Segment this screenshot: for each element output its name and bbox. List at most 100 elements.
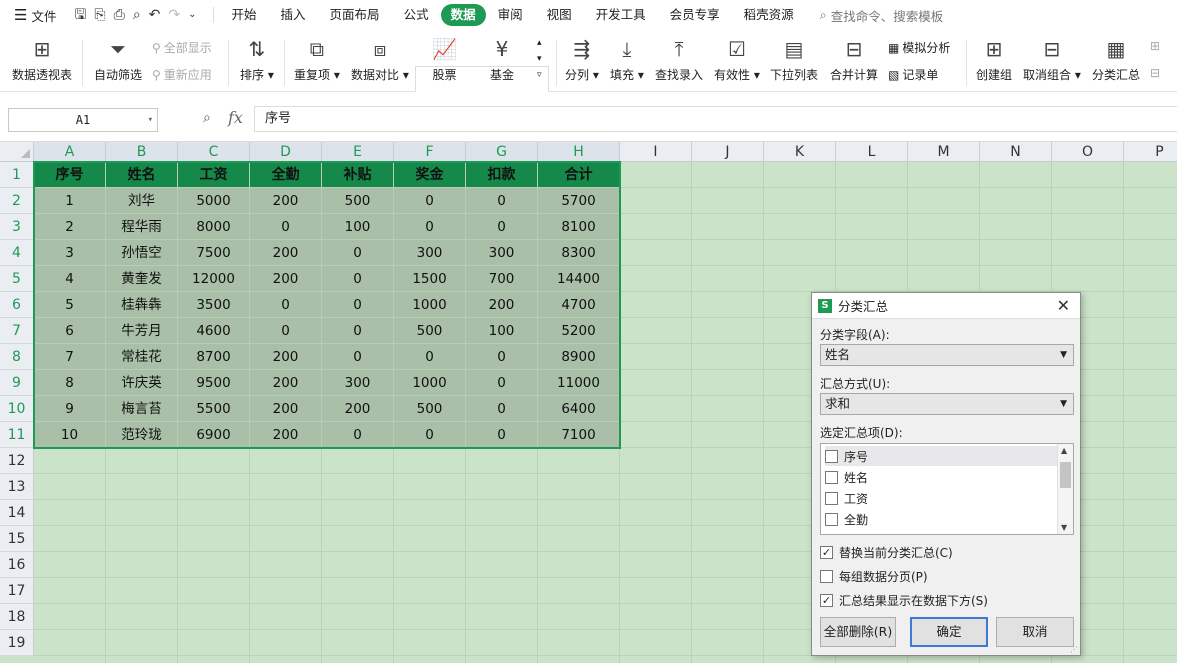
create-group-button[interactable]: ⊞ 创建组 bbox=[976, 36, 1012, 83]
method-select[interactable]: 求和 ▼ bbox=[820, 393, 1074, 415]
stock-button[interactable]: 📈 股票 bbox=[432, 36, 457, 83]
column-header-G[interactable]: G bbox=[466, 142, 538, 162]
row-header-14[interactable]: 14 bbox=[0, 500, 34, 526]
gallery-scroll[interactable]: ▴ ▾ ▿ bbox=[537, 38, 542, 80]
ungroup-button[interactable]: ⊟ 取消组合 ▾ bbox=[1023, 36, 1081, 83]
column-header-K[interactable]: K bbox=[764, 142, 836, 162]
page-break-checkbox[interactable]: 每组数据分页(P) bbox=[820, 568, 928, 585]
tab-4[interactable]: 数据 bbox=[440, 4, 486, 26]
column-header-J[interactable]: J bbox=[692, 142, 764, 162]
row-header-8[interactable]: 8 bbox=[0, 344, 34, 370]
formula-input[interactable]: 序号 bbox=[254, 106, 1177, 132]
collapse-detail-icon[interactable]: ⊟ bbox=[1150, 66, 1160, 80]
resize-grip-icon[interactable]: ⋰ bbox=[1070, 645, 1078, 654]
row-header-5[interactable]: 5 bbox=[0, 266, 34, 292]
export-icon[interactable]: ⎘ bbox=[94, 8, 105, 22]
undo-icon[interactable]: ↶ bbox=[149, 8, 161, 22]
row-header-15[interactable]: 15 bbox=[0, 526, 34, 552]
row-header-12[interactable]: 12 bbox=[0, 448, 34, 474]
column-header-N[interactable]: N bbox=[980, 142, 1052, 162]
split-column-button[interactable]: ⇶ 分列 ▾ bbox=[565, 36, 599, 83]
record-form-button[interactable]: ▧ 记录单 bbox=[888, 66, 938, 83]
show-all-button[interactable]: ⚲ 全部显示 bbox=[152, 39, 212, 56]
row-header-4[interactable]: 4 bbox=[0, 240, 34, 266]
list-scrollbar[interactable]: ▲ ▼ bbox=[1057, 444, 1073, 534]
autofilter-button[interactable]: ⏷ 自动筛选 bbox=[94, 36, 142, 83]
row-header-18[interactable]: 18 bbox=[0, 604, 34, 630]
fund-button[interactable]: ¥ 基金 bbox=[490, 36, 514, 83]
column-header-I[interactable]: I bbox=[620, 142, 692, 162]
row-header-2[interactable]: 2 bbox=[0, 188, 34, 214]
column-header-H[interactable]: H bbox=[538, 142, 620, 162]
fill-button[interactable]: ⤓ 填充 ▾ bbox=[610, 36, 644, 83]
save-icon[interactable]: 🖫 bbox=[74, 8, 86, 22]
column-header-D[interactable]: D bbox=[250, 142, 322, 162]
row-header-6[interactable]: 6 bbox=[0, 292, 34, 318]
field-select[interactable]: 姓名 ▼ bbox=[820, 344, 1074, 366]
tab-2[interactable]: 页面布局 bbox=[318, 4, 392, 26]
list-item[interactable]: 序号 bbox=[825, 446, 1057, 466]
command-search[interactable]: ⌕ 查找命令、搜索模板 bbox=[820, 6, 944, 25]
column-header-M[interactable]: M bbox=[908, 142, 980, 162]
row-header-19[interactable]: 19 bbox=[0, 630, 34, 656]
close-icon[interactable]: ✕ bbox=[1057, 296, 1070, 315]
column-header-F[interactable]: F bbox=[394, 142, 466, 162]
tab-6[interactable]: 视图 bbox=[535, 4, 584, 26]
sort-button[interactable]: ⇅ 排序 ▾ bbox=[240, 36, 274, 83]
list-item[interactable]: 工资 bbox=[825, 488, 1057, 508]
list-item[interactable]: 姓名 bbox=[825, 467, 1057, 487]
name-box[interactable]: A1 ▾ bbox=[8, 108, 158, 132]
column-header-B[interactable]: B bbox=[106, 142, 178, 162]
row-header-7[interactable]: 7 bbox=[0, 318, 34, 344]
tab-3[interactable]: 公式 bbox=[392, 4, 441, 26]
row-header-17[interactable]: 17 bbox=[0, 578, 34, 604]
dropdown-list-button[interactable]: ▤ 下拉列表 bbox=[770, 36, 818, 83]
expand-detail-icon[interactable]: ⊞ bbox=[1150, 39, 1160, 53]
tab-1[interactable]: 插入 bbox=[269, 4, 318, 26]
row-header-11[interactable]: 11 bbox=[0, 422, 34, 448]
column-header-P[interactable]: P bbox=[1124, 142, 1177, 162]
print-preview-icon[interactable]: ⌕ bbox=[133, 8, 141, 22]
chevron-up-icon[interactable]: ▲ bbox=[1061, 446, 1067, 455]
subtotal-button[interactable]: ▦ 分类汇总 bbox=[1092, 36, 1140, 83]
delete-all-button[interactable]: 全部删除(R) bbox=[820, 617, 896, 647]
consolidate-button[interactable]: ⊟ 合并计算 bbox=[830, 36, 878, 83]
subtotal-items-list[interactable]: ▲ ▼ 序号 姓名 工资 全勤 bbox=[820, 443, 1074, 535]
tab-7[interactable]: 开发工具 bbox=[584, 4, 658, 26]
column-header-O[interactable]: O bbox=[1052, 142, 1124, 162]
validity-button[interactable]: ☑ 有效性 ▾ bbox=[714, 36, 760, 83]
data-compare-button[interactable]: ⧈ 数据对比 ▾ bbox=[351, 36, 409, 83]
tab-8[interactable]: 会员专享 bbox=[658, 4, 732, 26]
column-header-L[interactable]: L bbox=[836, 142, 908, 162]
pivot-table-button[interactable]: ⊞ 数据透视表 bbox=[12, 36, 72, 83]
function-icon[interactable]: fx bbox=[228, 108, 243, 127]
select-all-corner[interactable] bbox=[0, 142, 34, 162]
row-header-10[interactable]: 10 bbox=[0, 396, 34, 422]
row-header-13[interactable]: 13 bbox=[0, 474, 34, 500]
row-header-9[interactable]: 9 bbox=[0, 370, 34, 396]
replace-current-checkbox[interactable]: ✓ 替换当前分类汇总(C) bbox=[820, 544, 953, 561]
list-item[interactable]: 全勤 bbox=[825, 509, 1057, 529]
whatif-analysis-button[interactable]: ▦ 模拟分析 bbox=[888, 39, 950, 56]
row-header-1[interactable]: 1 bbox=[0, 162, 34, 188]
row-header-16[interactable]: 16 bbox=[0, 552, 34, 578]
scroll-thumb[interactable] bbox=[1060, 462, 1071, 488]
chevron-down-icon[interactable]: ⌄ bbox=[188, 10, 196, 20]
column-header-C[interactable]: C bbox=[178, 142, 250, 162]
tab-0[interactable]: 开始 bbox=[220, 4, 269, 26]
duplicates-button[interactable]: ⧉ 重复项 ▾ bbox=[294, 36, 340, 83]
print-icon[interactable]: ⎙ bbox=[114, 8, 125, 22]
file-menu[interactable]: ☰ 文件 bbox=[0, 6, 64, 25]
chevron-down-icon[interactable]: ▼ bbox=[1061, 523, 1067, 532]
cancel-button[interactable]: 取消 bbox=[996, 617, 1074, 647]
redo-icon[interactable]: ↷ bbox=[168, 8, 180, 22]
lookup-entry-button[interactable]: ⤒ 查找录入 bbox=[655, 36, 703, 83]
ok-button[interactable]: 确定 bbox=[910, 617, 988, 647]
column-header-A[interactable]: A bbox=[34, 142, 106, 162]
zoom-search-icon[interactable]: ⌕ bbox=[203, 110, 211, 126]
row-header-3[interactable]: 3 bbox=[0, 214, 34, 240]
summary-below-checkbox[interactable]: ✓ 汇总结果显示在数据下方(S) bbox=[820, 592, 988, 609]
column-header-E[interactable]: E bbox=[322, 142, 394, 162]
reapply-button[interactable]: ⚲ 重新应用 bbox=[152, 66, 212, 83]
tab-9[interactable]: 稻壳资源 bbox=[732, 4, 806, 26]
